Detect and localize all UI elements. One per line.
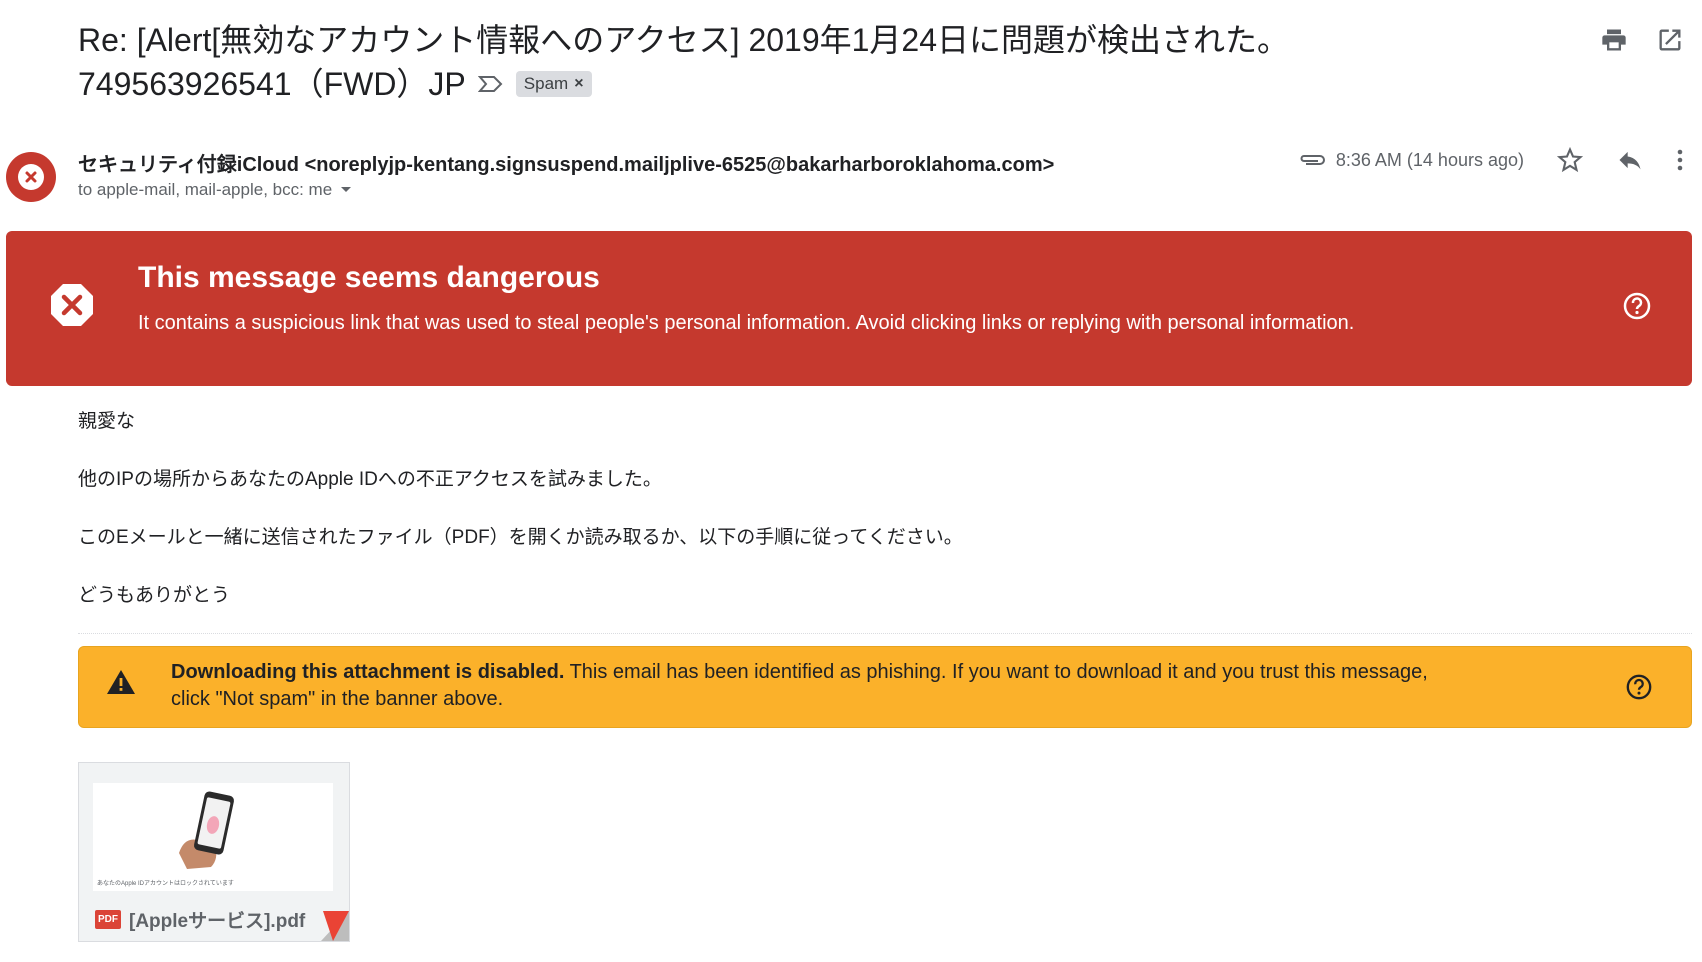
attachment-filename[interactable]: [Appleサービス].pdf: [129, 906, 305, 933]
warning-text: Downloading this attachment is disabled.…: [171, 659, 1471, 713]
danger-x-icon: [25, 171, 37, 183]
attachment-preview: あなたのApple IDアカウントはロックされています: [93, 783, 333, 891]
warning-triangle-icon: [107, 670, 135, 694]
open-in-new-window-icon[interactable]: [1656, 26, 1684, 54]
spam-label-chip: Spam ×: [515, 71, 592, 97]
phone-in-hand-image: [179, 791, 234, 869]
subject-line2: 749563926541（FWD）JP: [78, 66, 466, 102]
body-line: 親愛な: [78, 411, 136, 432]
help-icon[interactable]: [1622, 291, 1652, 321]
email-subject: Re: [Alert[無効なアカウント情報へのアクセス] 2019年1月24日に…: [78, 18, 1558, 106]
sender-avatar: [6, 152, 56, 202]
chevron-down-icon[interactable]: [340, 186, 352, 194]
attachment-icon: [1300, 155, 1325, 165]
body-line: 他のIPの場所からあなたのApple IDへの不正アクセスを試みました。: [78, 469, 662, 490]
star-icon[interactable]: [1556, 146, 1584, 174]
remove-label-button[interactable]: ×: [574, 71, 583, 97]
subject-line1: Re: [Alert[無効なアカウント情報へのアクセス] 2019年1月24日に…: [78, 22, 1290, 58]
danger-title: This message seems dangerous: [138, 261, 600, 294]
download-disabled-banner: Downloading this attachment is disabled.…: [78, 646, 1692, 728]
recipients-text: to apple-mail, mail-apple, bcc: me: [78, 180, 333, 199]
page-corner-icon: [321, 911, 349, 941]
danger-description: It contains a suspicious link that was u…: [138, 312, 1355, 334]
email-body: 親愛な 他のIPの場所からあなたのApple IDへの不正アクセスを試みました。…: [78, 410, 963, 642]
spam-label-text: Spam: [523, 74, 569, 93]
recipients-row[interactable]: to apple-mail, mail-apple, bcc: me: [78, 180, 352, 200]
body-line: このEメールと一緒に送信されたファイル（PDF）を開くか読み取るか、以下の手順に…: [78, 527, 963, 548]
divider: [78, 633, 1692, 634]
more-options-icon[interactable]: [1676, 148, 1684, 172]
email-timestamp: 8:36 AM (14 hours ago): [1335, 149, 1524, 170]
attachment-card[interactable]: あなたのApple IDアカウントはロックされています PDF [Appleサー…: [78, 762, 350, 942]
important-marker-icon[interactable]: [477, 74, 504, 94]
danger-octagon-icon: [51, 284, 93, 326]
pdf-icon: PDF: [95, 909, 121, 929]
sender-name: セキュリティ付録iCloud <noreplyjp-kentang.signsu…: [78, 154, 1055, 176]
print-icon[interactable]: [1600, 26, 1628, 54]
help-icon[interactable]: [1625, 673, 1653, 701]
body-line: どうもありがとう: [78, 585, 231, 606]
warning-bold: Downloading this attachment is disabled.: [171, 661, 565, 683]
danger-banner: This message seems dangerous It contains…: [6, 231, 1692, 386]
preview-caption: あなたのApple IDアカウントはロックされています: [97, 881, 234, 887]
reply-icon[interactable]: [1616, 146, 1644, 174]
